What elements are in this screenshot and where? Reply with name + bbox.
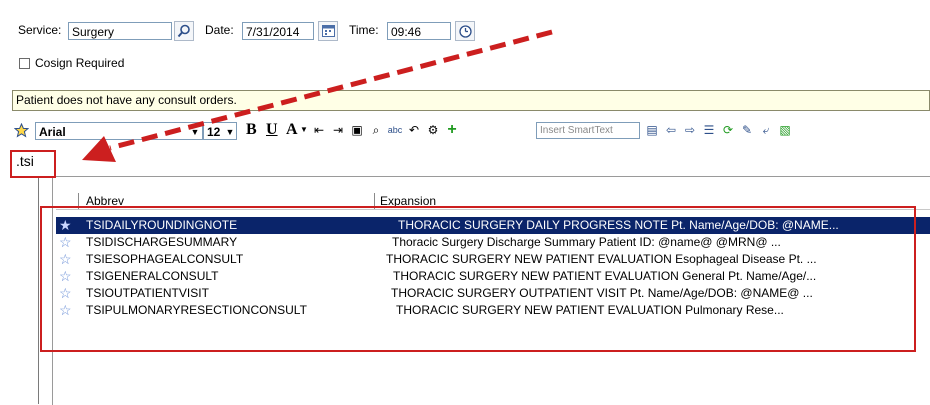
chevron-down-icon: ▼ (225, 127, 235, 137)
toolbar-icons-left: ⇤ ⇥ ▣ ⌕ abc ↶ ⚙ + (311, 121, 460, 138)
service-field[interactable]: Surgery (68, 22, 172, 40)
sections-icon[interactable]: ☰ (701, 122, 717, 138)
font-size-select[interactable]: 12 ▼ (203, 122, 237, 140)
editor-vertical-line (38, 177, 39, 404)
add-icon[interactable]: + (444, 121, 460, 138)
time-label: Time: (349, 23, 379, 37)
next-field-icon[interactable]: ⇨ (682, 122, 698, 138)
import-icon[interactable]: ⤶ (758, 122, 774, 138)
clock-button[interactable] (455, 21, 475, 41)
macro-icon[interactable]: ⚙ (425, 122, 441, 138)
favorite-star-button[interactable] (13, 122, 29, 138)
service-label: Service: (18, 23, 62, 37)
cosign-label: Cosign Required (35, 56, 125, 70)
font-size-value: 12 (207, 125, 221, 139)
underline-icon[interactable]: U (266, 121, 278, 139)
smartlist-icon[interactable]: ▤ (644, 122, 660, 138)
refresh-icon[interactable]: ⟳ (720, 122, 736, 138)
indent-decrease-icon[interactable]: ⇤ (311, 122, 327, 138)
find-icon[interactable]: ⌕ (368, 122, 384, 138)
smarttext-input[interactable]: Insert SmartText (536, 122, 640, 139)
font-color-dropdown-icon[interactable]: ▼ (300, 125, 308, 134)
smarttext-placeholder: Insert SmartText (540, 125, 613, 136)
annotation-box-editor (10, 150, 56, 178)
font-name-select[interactable]: Arial ▼ (35, 122, 203, 140)
bold-icon[interactable]: B (246, 121, 257, 139)
undo-icon[interactable]: ↶ (406, 122, 422, 138)
calendar-icon (321, 25, 335, 37)
date-field[interactable]: 7/31/2014 (242, 22, 314, 40)
star-icon (13, 122, 29, 137)
date-label: Date: (205, 23, 234, 37)
insert-image-icon[interactable]: ▣ (349, 122, 365, 138)
time-field[interactable]: 09:46 (387, 22, 451, 40)
calendar-button[interactable] (318, 21, 338, 41)
spellcheck-icon[interactable]: abc (387, 122, 403, 138)
media-icon[interactable]: ▧ (777, 122, 793, 138)
previous-field-icon[interactable]: ⇦ (663, 122, 679, 138)
chevron-down-icon: ▼ (190, 127, 200, 137)
cosign-checkbox[interactable] (19, 58, 30, 69)
toolbar-icons-right: ▤ ⇦ ⇨ ☰ ⟳ ✎ ⤶ ▧ (644, 122, 793, 138)
search-icon (177, 24, 190, 38)
indent-increase-icon[interactable]: ⇥ (330, 122, 346, 138)
toolbar: Arial ▼ 12 ▼ B U A ▼ ⇤ ⇥ ▣ ⌕ abc ↶ ⚙ + I… (13, 120, 930, 142)
clock-icon (458, 24, 472, 38)
consult-banner: Patient does not have any consult orders… (12, 90, 930, 111)
service-search-button[interactable] (174, 21, 194, 41)
font-name-value: Arial (39, 125, 66, 139)
font-color-icon[interactable]: A (286, 121, 298, 139)
annotation-box-list (40, 206, 916, 352)
sign-icon[interactable]: ✎ (739, 122, 755, 138)
